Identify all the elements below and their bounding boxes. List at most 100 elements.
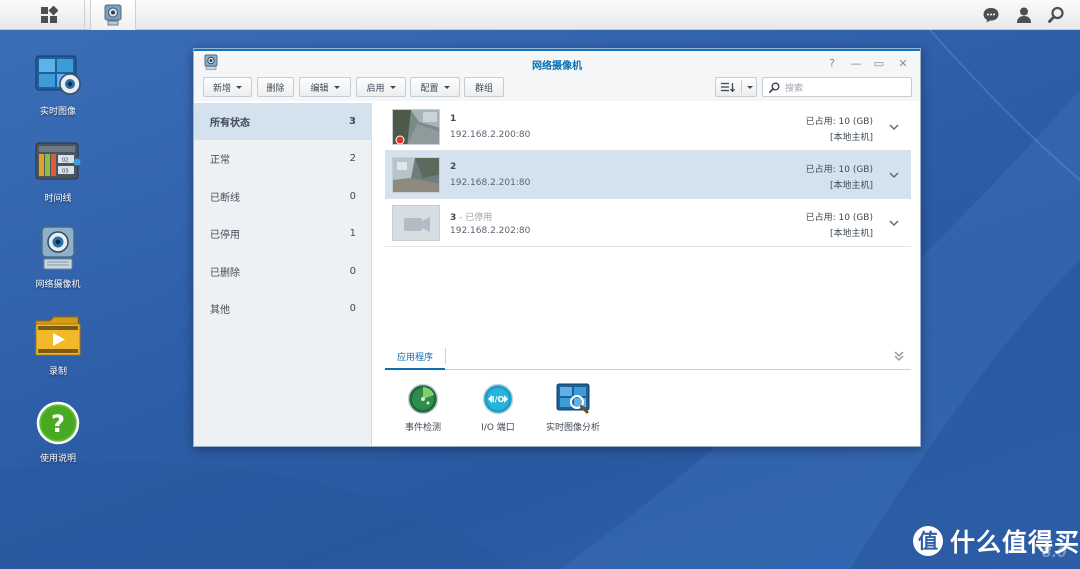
double-chevron-down-icon[interactable]: [893, 350, 905, 362]
svg-text:值: 值: [918, 529, 938, 553]
camera-row[interactable]: 3 - 已停用 192.168.2.202:80 已占用: 10 (GB) [本…: [385, 199, 911, 247]
search-icon: [1048, 6, 1064, 23]
camera-ip: 192.168.2.200:80: [450, 130, 531, 140]
edit-button-label: 编辑: [310, 83, 329, 94]
camera-app-icon: [104, 4, 122, 26]
search-icon: [769, 82, 780, 93]
camera-thumbnail: [392, 157, 440, 193]
camera-ip: 192.168.2.202:80: [450, 226, 531, 236]
sidebar-item-disconnected[interactable]: 已断线 0: [194, 178, 372, 215]
camera-thumbnail: [392, 109, 440, 145]
sidebar-item-label: 已停用: [210, 230, 240, 241]
camera-row[interactable]: 1 192.168.2.200:80 已占用: 10 (GB) [本地主机]: [385, 103, 911, 151]
sidebar-item-other[interactable]: 其他 0: [194, 290, 372, 327]
sidebar-item-normal[interactable]: 正常 2: [194, 140, 372, 177]
camera-storage-used: 已占用: 10 (GB): [805, 117, 873, 127]
divider: [445, 348, 446, 364]
main-menu-button[interactable]: [30, 0, 68, 30]
version-watermark: 8.0: [1042, 545, 1067, 561]
help-icon: ?: [36, 401, 80, 445]
sidebar-item-label: 所有状态: [210, 118, 250, 129]
close-button[interactable]: ✕: [895, 55, 911, 71]
desktop-icon-live-view[interactable]: 实时图像: [18, 52, 98, 117]
camera-storage-used: 已占用: 10 (GB): [805, 213, 873, 223]
chevron-down-icon[interactable]: [887, 216, 901, 230]
watermark-logo-icon: 值: [913, 526, 943, 556]
toolbar: 新增 删除 编辑 启用 配置 群组 搜索: [194, 75, 920, 101]
sidebar-item-label: 其他: [210, 305, 230, 316]
delete-button-label: 删除: [266, 83, 285, 94]
camera-row[interactable]: 2 192.168.2.201:80 已占用: 10 (GB) [本地主机]: [385, 151, 911, 199]
svg-text:02: 02: [62, 158, 68, 164]
config-button[interactable]: 配置: [410, 77, 460, 97]
search-button[interactable]: [1046, 5, 1066, 25]
app-label: 事件检测: [404, 423, 441, 433]
chevron-down-icon[interactable]: [887, 120, 901, 134]
maximize-button[interactable]: ▭: [871, 55, 887, 71]
desktop-icon-label: 录制: [48, 367, 67, 377]
enable-button-label: 启用: [366, 83, 385, 94]
app-io-port[interactable]: I/O I/O 端口: [458, 383, 538, 433]
desktop-icon-label: 使用说明: [39, 454, 76, 464]
tab-apps[interactable]: 应用程序: [385, 342, 446, 370]
sort-icon: [720, 82, 735, 92]
taskbar-camera-app[interactable]: [90, 0, 136, 30]
desktop-icon-timeline[interactable]: 02 03 时间线: [18, 139, 98, 204]
sort-button[interactable]: [715, 77, 757, 97]
desktop-icon-recording[interactable]: 录制: [18, 312, 98, 377]
event-detection-icon: [407, 383, 439, 415]
camera-host: [本地主机]: [829, 133, 873, 143]
timeline-icon: 02 03: [35, 142, 81, 180]
minimize-button[interactable]: —: [848, 55, 864, 71]
add-button[interactable]: 新增: [203, 77, 252, 97]
desktop-icon-label: 网络摄像机: [35, 280, 81, 290]
delete-button[interactable]: 删除: [257, 77, 294, 97]
ip-camera-icon: [41, 226, 75, 270]
camera-ip: 192.168.2.201:80: [450, 178, 531, 188]
desktop-icon-ip-camera[interactable]: 网络摄像机: [18, 225, 98, 290]
search-placeholder: 搜索: [785, 83, 804, 94]
camera-name: 1: [450, 114, 457, 124]
config-button-label: 配置: [420, 83, 439, 94]
status-sidebar: 所有状态 3 正常 2 已断线 0 已停用 1 已删除 0 其他 0: [194, 103, 372, 446]
desktop-icon-help[interactable]: ? 使用说明: [18, 399, 98, 464]
chat-button[interactable]: [981, 5, 1001, 25]
taskbar: [0, 0, 1080, 30]
app-label: I/O 端口: [481, 423, 515, 433]
edit-button[interactable]: 编辑: [299, 77, 351, 97]
user-button[interactable]: [1014, 5, 1034, 25]
search-input[interactable]: 搜索: [762, 77, 912, 97]
ip-camera-window: 网络摄像机 ? — ▭ ✕ 新增 删除 编辑 启用 配置 群组 搜索 所有状态 …: [193, 48, 921, 447]
svg-text:I/O: I/O: [492, 395, 505, 404]
camera-host: [本地主机]: [829, 229, 873, 239]
sidebar-item-deleted[interactable]: 已删除 0: [194, 253, 372, 290]
sidebar-item-all[interactable]: 所有状态 3: [194, 103, 372, 140]
live-analytics-icon: [556, 383, 590, 414]
app-live-analytics[interactable]: 实时图像分析: [533, 383, 613, 433]
taskbar-divider: [84, 0, 85, 30]
camera-list-panel: 1 192.168.2.200:80 已占用: 10 (GB) [本地主机] 2…: [373, 103, 920, 446]
app-event-detection[interactable]: 事件检测: [383, 383, 463, 433]
app-label: 实时图像分析: [545, 423, 600, 433]
help-button[interactable]: ?: [824, 55, 840, 71]
window-title-bar[interactable]: 网络摄像机 ? — ▭ ✕: [194, 49, 920, 75]
add-button-label: 新增: [212, 83, 231, 94]
sidebar-item-label: 已删除: [210, 268, 240, 279]
desktop-icon-label: 时间线: [44, 194, 72, 204]
desktop-icon-label: 实时图像: [39, 107, 76, 117]
grid-icon: [41, 6, 58, 23]
enable-button[interactable]: 启用: [356, 77, 406, 97]
sidebar-item-disabled[interactable]: 已停用 1: [194, 215, 372, 252]
sidebar-item-count: 0: [349, 266, 356, 277]
chevron-down-icon: [443, 85, 450, 89]
chevron-down-icon: [389, 85, 396, 89]
apps-bar: 应用程序: [385, 342, 911, 370]
sidebar-item-count: 0: [349, 191, 356, 202]
sidebar-item-label: 已断线: [210, 193, 240, 204]
sidebar-item-label: 正常: [210, 155, 230, 166]
sidebar-item-count: 2: [349, 153, 356, 164]
chevron-down-icon: [746, 85, 753, 89]
camera-host: [本地主机]: [829, 181, 873, 191]
chevron-down-icon[interactable]: [887, 168, 901, 182]
group-button[interactable]: 群组: [464, 77, 504, 97]
